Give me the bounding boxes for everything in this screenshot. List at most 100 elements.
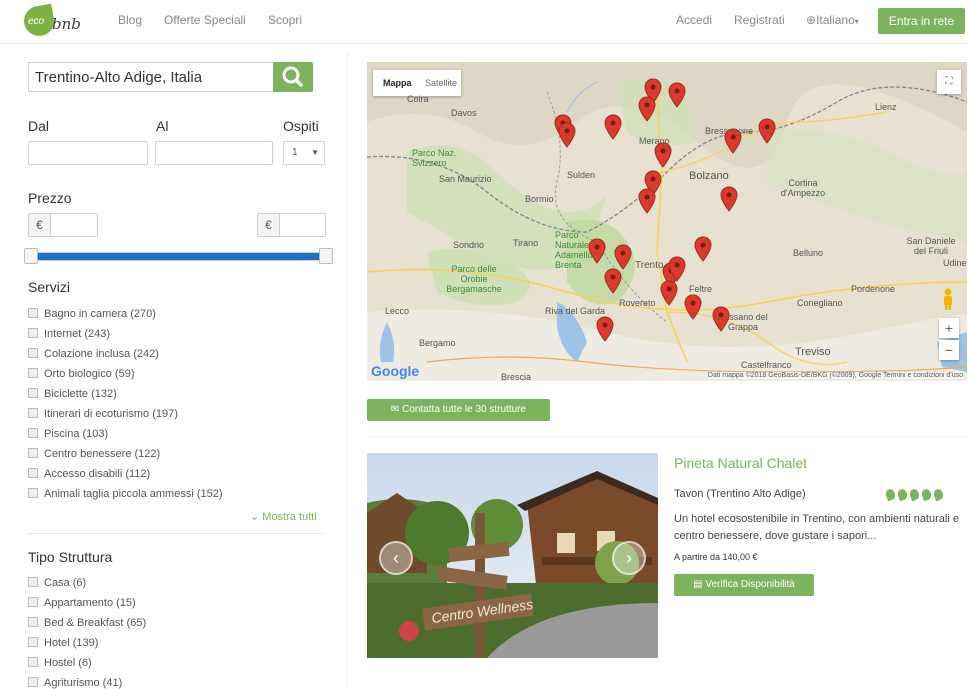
globe-icon: ⊕ xyxy=(806,13,817,27)
structure-filter-item[interactable]: Appartamento (15) xyxy=(28,597,136,609)
map-label-cortina: Cortina d'Ampezzo xyxy=(780,178,826,198)
map-pin-icon[interactable] xyxy=(596,316,614,342)
checkbox[interactable] xyxy=(28,328,38,338)
search-button[interactable] xyxy=(273,62,313,92)
nav-blog[interactable]: Blog xyxy=(118,13,142,27)
destination-search-input[interactable] xyxy=(28,62,273,92)
map-pin-icon[interactable] xyxy=(614,244,632,270)
language-selector[interactable]: ⊕Italiano▾ xyxy=(806,13,859,27)
checkbox[interactable] xyxy=(28,428,38,438)
eco-rating xyxy=(884,487,946,503)
service-filter-item[interactable]: Biciclette (132) xyxy=(28,388,117,400)
checkbox[interactable] xyxy=(28,488,38,498)
map-pin-icon[interactable] xyxy=(588,238,606,264)
map-pin-icon[interactable] xyxy=(604,114,622,140)
zoom-in-icon[interactable]: + xyxy=(939,318,959,338)
structure-filter-item[interactable]: Hostel (6) xyxy=(28,657,92,669)
register-link[interactable]: Registrati xyxy=(734,13,785,27)
map-pin-icon[interactable] xyxy=(668,256,686,282)
photo-next-icon[interactable]: › xyxy=(612,541,646,575)
structure-filter-item[interactable]: Bed & Breakfast (65) xyxy=(28,617,146,629)
map-pin-icon[interactable] xyxy=(654,142,672,168)
language-label: Italiano xyxy=(816,13,855,27)
checkin-date-input[interactable] xyxy=(28,141,148,165)
map-pin-icon[interactable] xyxy=(712,306,730,332)
checkbox[interactable] xyxy=(28,617,38,627)
map-pin-icon[interactable] xyxy=(638,188,656,214)
service-filter-label: Colazione inclusa (242) xyxy=(44,348,159,360)
service-filter-item[interactable]: Orto biologico (59) xyxy=(28,368,135,380)
service-filter-item[interactable]: Animali taglia piccola ammessi (152) xyxy=(28,488,223,500)
check-availability-button[interactable]: ▤ Verifica Disponibilità xyxy=(674,574,814,596)
structure-filter-item[interactable]: Hotel (139) xyxy=(28,637,98,649)
map-tab-satellite[interactable]: Satellite xyxy=(425,78,457,88)
leaf-icon xyxy=(884,487,897,502)
map-pin-icon[interactable] xyxy=(660,280,678,306)
caret-down-icon: ▾ xyxy=(854,17,859,26)
guests-select[interactable]: 1 ▼ xyxy=(283,141,325,165)
map-pin-icon[interactable] xyxy=(694,236,712,262)
checkbox[interactable] xyxy=(28,388,38,398)
divider xyxy=(28,533,326,534)
street-view-pegman-icon[interactable] xyxy=(941,288,955,310)
map-label-san-maurizio: San Maurizio xyxy=(439,174,492,184)
checkbox[interactable] xyxy=(28,657,38,667)
map-pin-icon[interactable] xyxy=(720,186,738,212)
map-pin-icon[interactable] xyxy=(758,118,776,144)
map-pin-icon[interactable] xyxy=(604,268,622,294)
zoom-out-icon[interactable]: − xyxy=(939,340,959,360)
min-price-input[interactable]: € xyxy=(28,213,98,237)
checkbox[interactable] xyxy=(28,577,38,587)
checkbox[interactable] xyxy=(28,677,38,687)
max-price-input[interactable]: € xyxy=(257,213,326,237)
service-filter-item[interactable]: Piscina (103) xyxy=(28,428,108,440)
structure-filter-item[interactable]: Agriturismo (41) xyxy=(28,677,122,689)
checkbox[interactable] xyxy=(28,637,38,647)
map-label-conegliano: Conegliano xyxy=(797,298,843,308)
enter-network-button[interactable]: Entra in rete xyxy=(878,8,965,34)
map-label-adamello: Parco Naturale Adamello Brenta xyxy=(555,230,593,270)
map-attribution[interactable]: Dati mappa ©2018 GeoBasis-DE/BKG (©2009)… xyxy=(707,372,963,379)
show-all-link[interactable]: ⌄ Mostra tutti xyxy=(250,510,317,523)
price-slider-max-handle[interactable] xyxy=(319,248,333,264)
checkbox[interactable] xyxy=(28,597,38,607)
checkbox[interactable] xyxy=(28,368,38,378)
login-link[interactable]: Accedi xyxy=(676,13,712,27)
service-filter-label: Accesso disabili (112) xyxy=(44,468,151,480)
fullscreen-icon[interactable]: ⛶ xyxy=(937,70,961,94)
map-pin-icon[interactable] xyxy=(668,82,686,108)
structure-filter-item[interactable]: Casa (6) xyxy=(28,577,86,589)
service-filter-item[interactable]: Accesso disabili (112) xyxy=(28,468,150,480)
checkbox[interactable] xyxy=(28,448,38,458)
service-filter-item[interactable]: Bagno in camera (270) xyxy=(28,308,156,320)
checkbox[interactable] xyxy=(28,348,38,358)
checkbox[interactable] xyxy=(28,308,38,318)
service-filter-label: Itinerari di ecoturismo (197) xyxy=(44,408,178,420)
checkbox[interactable] xyxy=(28,408,38,418)
checkout-date-input[interactable] xyxy=(155,141,273,165)
contact-all-button[interactable]: ✉ Contatta tutte le 30 strutture xyxy=(367,399,550,421)
contact-all-label: Contatta tutte le 30 strutture xyxy=(402,404,527,415)
map-label-pordenone: Pordenone xyxy=(851,284,896,294)
nav-special-offers[interactable]: Offerte Speciali xyxy=(164,13,246,27)
service-filter-item[interactable]: Colazione inclusa (242) xyxy=(28,348,159,360)
price-range-slider[interactable] xyxy=(28,252,332,261)
price-slider-min-handle[interactable] xyxy=(24,248,38,264)
map-pin-icon[interactable] xyxy=(684,294,702,320)
calendar-icon: ▤ xyxy=(693,579,706,590)
service-filter-item[interactable]: Itinerari di ecoturismo (197) xyxy=(28,408,178,420)
map-tab-map[interactable]: Mappa xyxy=(383,78,412,88)
checkbox[interactable] xyxy=(28,468,38,478)
service-filter-item[interactable]: Internet (243) xyxy=(28,328,110,340)
map-pin-icon[interactable] xyxy=(638,96,656,122)
listing-title[interactable]: Pineta Natural Chalet xyxy=(674,455,807,471)
map-pin-icon[interactable] xyxy=(724,128,742,154)
map-pin-icon[interactable] xyxy=(558,122,576,148)
service-filter-item[interactable]: Centro benessere (122) xyxy=(28,448,160,460)
photo-prev-icon[interactable]: ‹ xyxy=(379,541,413,575)
map-label-bergamo: Bergamo xyxy=(419,338,456,348)
results-map[interactable]: Mappa Satellite ⛶ Coira Davos Parco Naz.… xyxy=(367,62,967,381)
logo[interactable]: eco bnb xyxy=(21,3,81,39)
listing-photo[interactable]: Centro Wellness ‹ › xyxy=(367,453,658,658)
nav-discover[interactable]: Scopri xyxy=(268,13,302,27)
